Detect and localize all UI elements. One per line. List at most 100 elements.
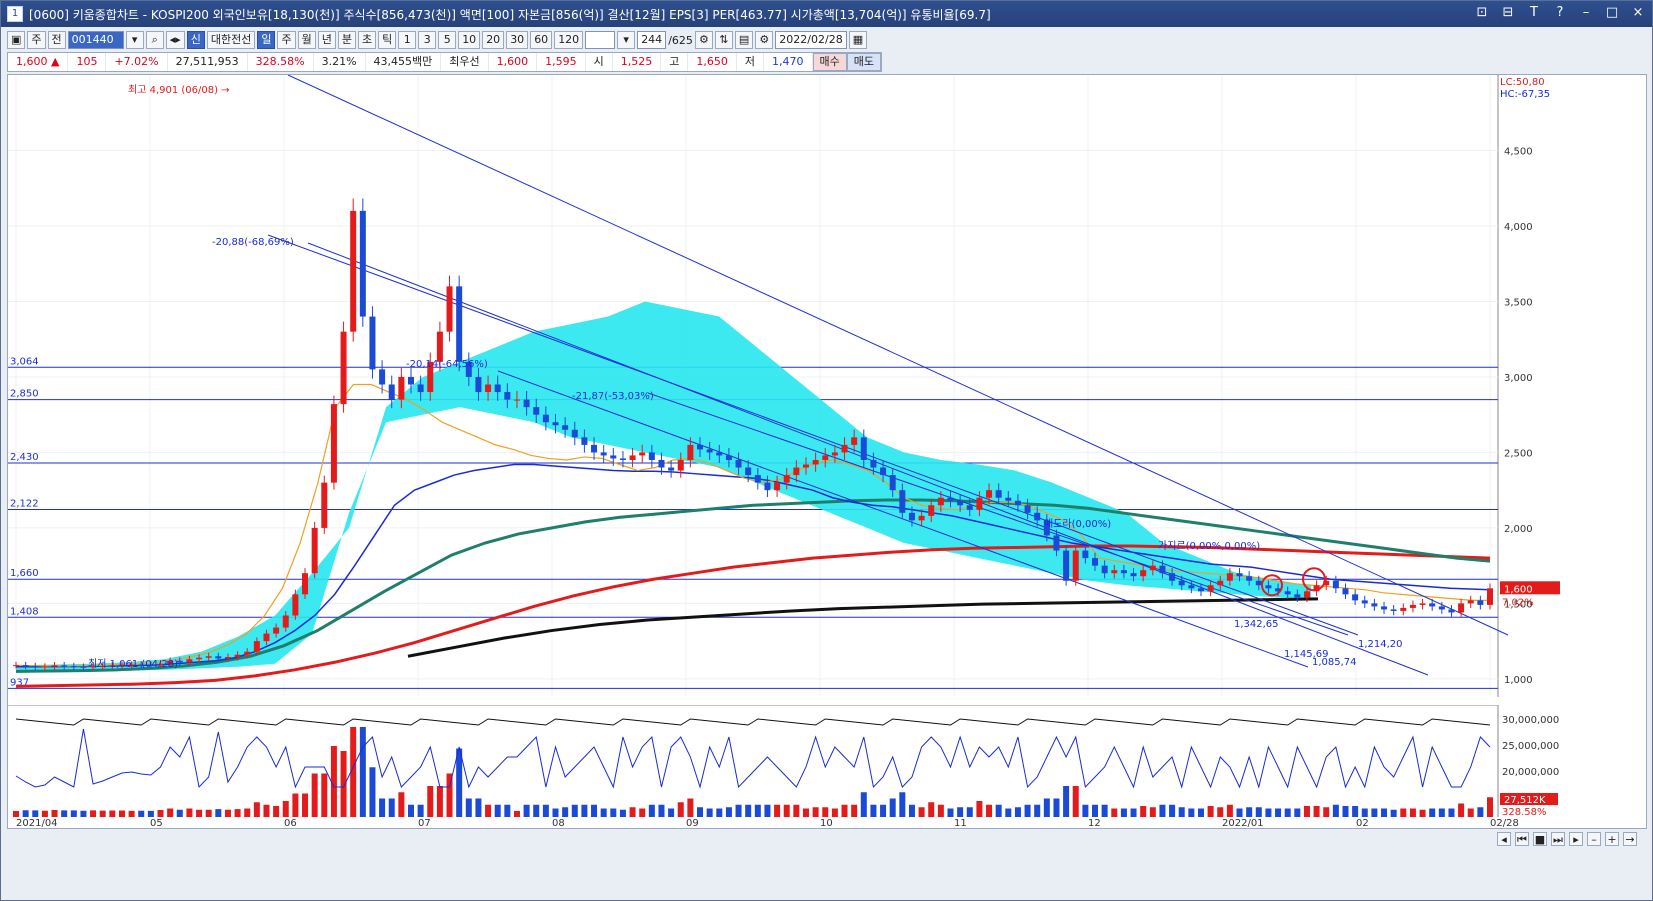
- candle: [976, 497, 983, 510]
- period-minute[interactable]: 분: [337, 31, 356, 49]
- x-tick-label: 10: [820, 818, 833, 829]
- candle: [1130, 573, 1137, 577]
- market-select[interactable]: 주: [27, 31, 46, 49]
- candle: [1477, 600, 1484, 605]
- gear-icon[interactable]: ⚙: [755, 31, 774, 49]
- y-tick-label: 1,000: [1504, 675, 1533, 686]
- toolbar-main: ▣ 주 전 001440 ▾ ⌕ ◂▸ 신 대한전선 일 주 월 년 분 초 틱…: [1, 29, 1652, 51]
- period-month[interactable]: 월: [297, 31, 316, 49]
- annotation-label: 매도라(0,00%): [1044, 518, 1111, 530]
- volume-chart[interactable]: 30,000,00025,000,00020,000,00027,512K328…: [8, 705, 1648, 817]
- interval-custom-input[interactable]: [585, 31, 616, 49]
- period-week[interactable]: 주: [277, 31, 296, 49]
- candle: [1140, 570, 1147, 577]
- volume-bar: [311, 773, 318, 817]
- candle: [706, 449, 713, 453]
- fit-icon[interactable]: →: [1623, 832, 1637, 846]
- candle: [860, 437, 867, 460]
- candle: [754, 475, 761, 483]
- x-tick-label: 07: [418, 818, 431, 829]
- x-tick-label: 09: [686, 818, 699, 829]
- period-year[interactable]: 년: [317, 31, 336, 49]
- candle: [13, 665, 19, 667]
- help-icon[interactable]: ?: [1552, 5, 1568, 20]
- count-total: /625: [668, 33, 693, 47]
- candle: [793, 467, 800, 476]
- period-tick[interactable]: 틱: [378, 31, 397, 49]
- interval-10[interactable]: 10: [458, 31, 481, 49]
- candle: [841, 444, 848, 453]
- volume-bar: [427, 786, 434, 817]
- settings-icon[interactable]: ⚙: [694, 31, 713, 49]
- volume-bar: [398, 792, 405, 817]
- prev-next-icon[interactable]: ◂▸: [165, 31, 185, 49]
- candle: [41, 666, 48, 668]
- candle: [1236, 573, 1243, 577]
- x-tick-label: 08: [552, 818, 565, 829]
- layout-icon[interactable]: ▣: [7, 31, 26, 49]
- date-input[interactable]: 2022/02/28: [775, 31, 847, 49]
- period-day[interactable]: 일: [257, 31, 276, 49]
- search-icon[interactable]: ⌕: [145, 31, 164, 49]
- candle: [321, 482, 328, 528]
- chart-area[interactable]: 1,000 1,500 2,000 2,500 3,000 3,500 4,000 4,500…: [7, 74, 1647, 829]
- candle: [619, 458, 626, 460]
- candle: [928, 505, 935, 516]
- restore-panel-icon[interactable]: ⊟: [1500, 5, 1516, 20]
- fib-label: -20,88(-68,69%): [212, 237, 294, 248]
- interval-20[interactable]: 20: [482, 31, 505, 49]
- dropdown-icon[interactable]: ▾: [125, 31, 144, 49]
- candle: [350, 210, 357, 332]
- dropdown-icon[interactable]: ▾: [617, 31, 636, 49]
- scroll-right-icon[interactable]: ▸: [1569, 832, 1583, 846]
- scroll-left-icon[interactable]: ◂: [1497, 832, 1511, 846]
- candle: [446, 286, 453, 332]
- app-icon[interactable]: 1: [7, 6, 23, 22]
- candle: [436, 331, 443, 362]
- text-icon[interactable]: T: [1526, 5, 1542, 20]
- interval-30[interactable]: 30: [506, 31, 529, 49]
- stock-code-input[interactable]: 001440: [67, 31, 124, 49]
- candle: [234, 654, 241, 657]
- candle: [1207, 585, 1214, 592]
- stop-icon[interactable]: ■: [1533, 832, 1547, 846]
- last-icon[interactable]: ⏭: [1551, 832, 1565, 846]
- period-second[interactable]: 초: [357, 31, 377, 49]
- interval-1[interactable]: 1: [398, 31, 417, 49]
- volume-bar: [1063, 786, 1070, 817]
- buy-button[interactable]: 매수: [812, 53, 847, 71]
- minimize-icon[interactable]: –: [1578, 5, 1594, 20]
- interval-5[interactable]: 5: [438, 31, 457, 49]
- candle: [716, 452, 723, 456]
- volume-bar: [1072, 786, 1079, 817]
- link-icon[interactable]: ⊡: [1474, 5, 1490, 20]
- calendar-icon[interactable]: ▦: [848, 31, 868, 49]
- volume-tick-label: 20,000,000: [1502, 767, 1559, 778]
- trendline: [307, 242, 1429, 676]
- interval-120[interactable]: 120: [554, 31, 584, 49]
- candle: [359, 210, 366, 317]
- count-input[interactable]: 244: [637, 31, 667, 49]
- candle: [379, 369, 386, 385]
- zoom-in-icon[interactable]: +: [1605, 832, 1619, 846]
- candle: [1014, 500, 1021, 506]
- candle: [774, 482, 781, 491]
- first-icon[interactable]: ⏮: [1515, 832, 1529, 846]
- interval-60[interactable]: 60: [530, 31, 553, 49]
- price-tag: 1,600: [1504, 584, 1533, 595]
- zoom-out-icon[interactable]: –: [1587, 832, 1601, 846]
- all-button[interactable]: 전: [47, 31, 66, 49]
- close-icon[interactable]: ×: [1630, 5, 1646, 20]
- interval-3[interactable]: 3: [418, 31, 437, 49]
- x-tick-label: 05: [150, 818, 163, 829]
- price-chart[interactable]: 1,0001,5002,0002,5003,0003,5004,0004,500…: [8, 75, 1648, 697]
- candle: [764, 482, 771, 491]
- save-icon[interactable]: ▤: [734, 31, 754, 49]
- candle: [1197, 588, 1204, 592]
- sell-button[interactable]: 매도: [846, 53, 882, 71]
- candle: [398, 376, 405, 400]
- support-line-label: 2,430: [10, 452, 39, 463]
- candle: [1448, 609, 1455, 613]
- chart-type-icon[interactable]: ⇅: [714, 31, 733, 49]
- maximize-icon[interactable]: □: [1604, 5, 1620, 20]
